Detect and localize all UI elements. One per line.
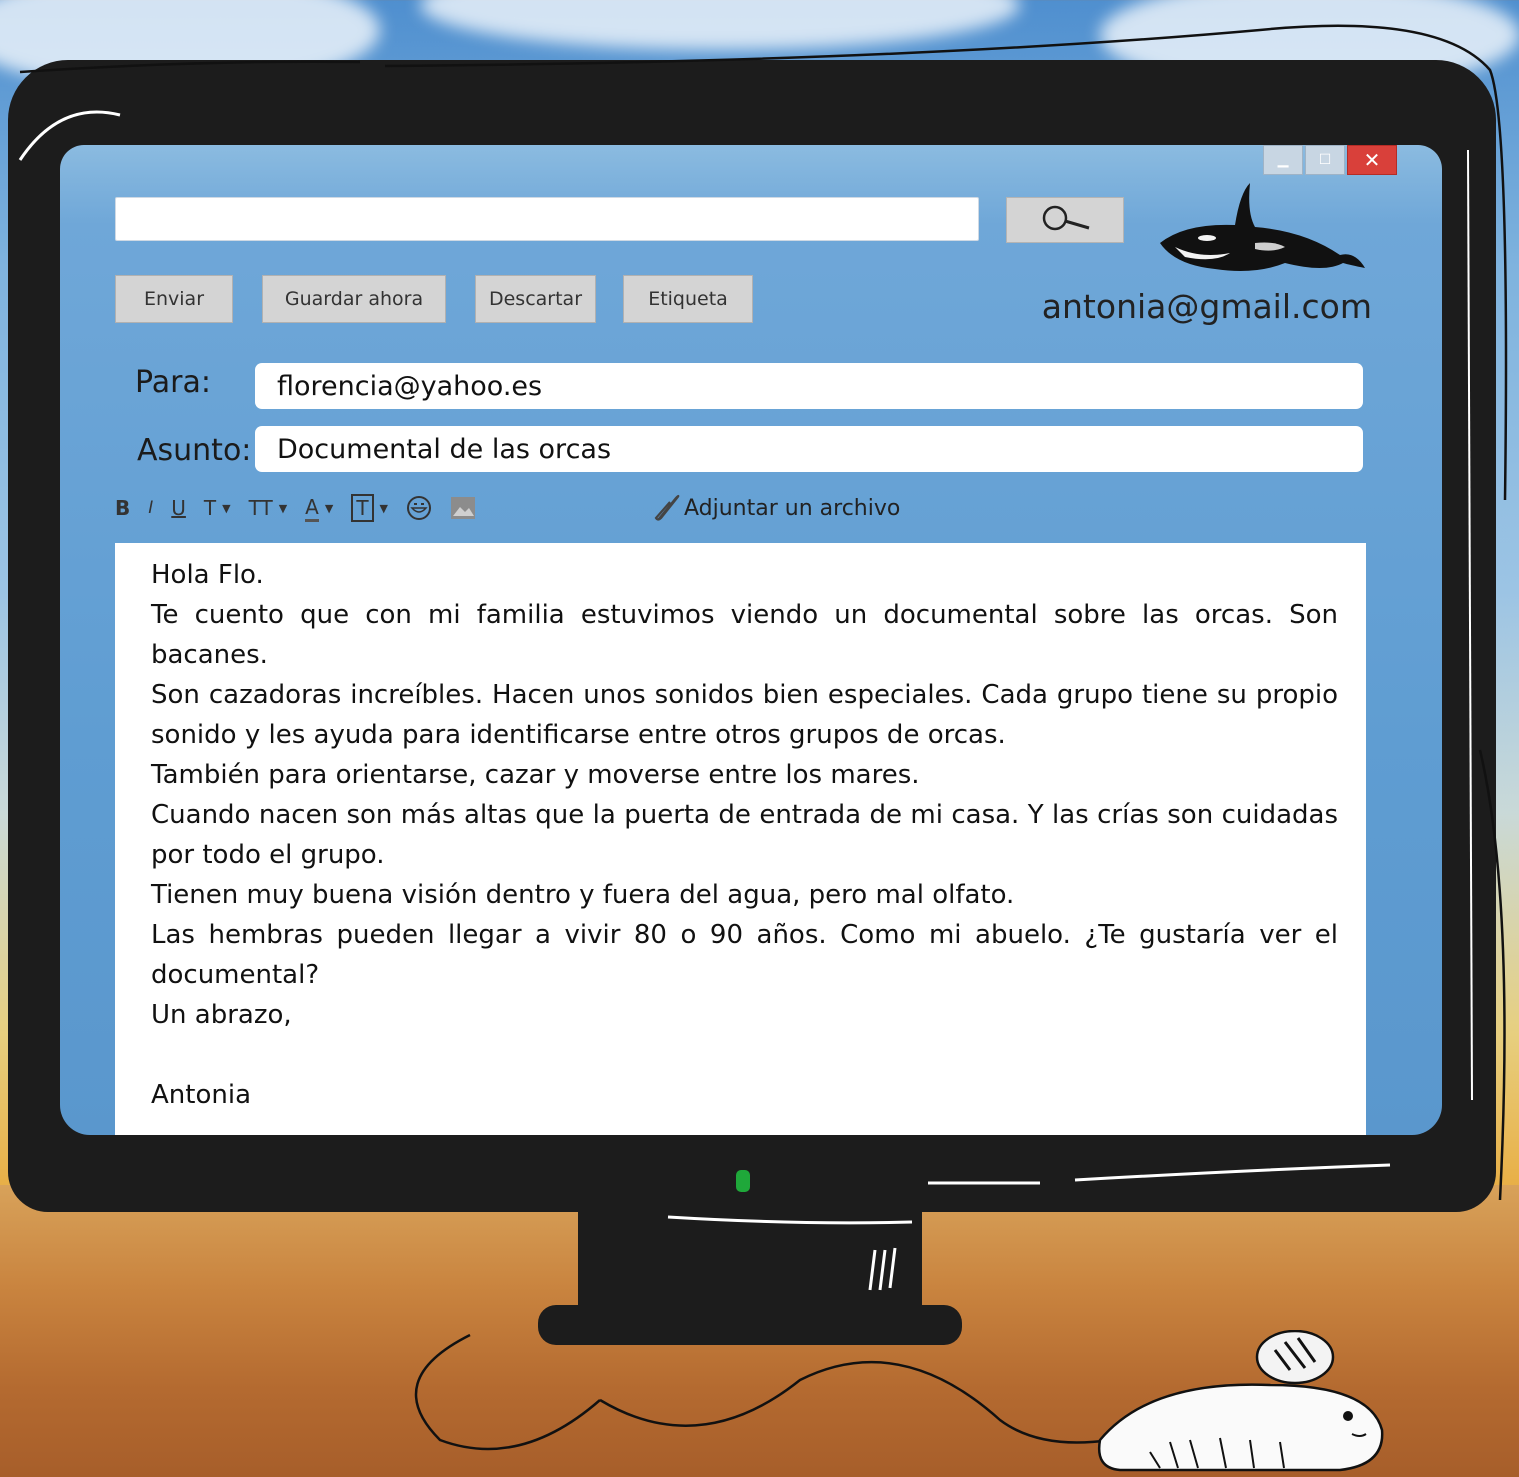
label-button[interactable]: Etiqueta: [623, 275, 753, 323]
to-label: Para:: [135, 365, 211, 400]
font-button[interactable]: T ▼: [204, 496, 231, 520]
highlight-button[interactable]: T ▼: [351, 494, 388, 522]
chevron-down-icon: ▼: [222, 501, 231, 515]
email-client-screen: ▁ ☐ ✕ Enviar Guardar ahora Descartar Eti…: [60, 145, 1442, 1135]
chevron-down-icon: ▼: [379, 501, 388, 515]
font-size-label: TT: [248, 496, 273, 520]
signature: Antonia: [151, 1080, 252, 1110]
chevron-down-icon: ▼: [278, 501, 288, 515]
italic-button[interactable]: I: [148, 498, 153, 518]
orca-logo-icon: [1160, 183, 1365, 271]
send-button[interactable]: Enviar: [115, 275, 233, 323]
search-button[interactable]: [1006, 197, 1124, 243]
to-value: florencia@yahoo.es: [277, 370, 543, 402]
window-controls: ▁ ☐ ✕: [1263, 145, 1399, 175]
discard-button[interactable]: Descartar: [475, 275, 596, 323]
magnifier-icon: [1042, 205, 1090, 231]
message-body[interactable]: Hola Flo. Te cuento que con mi familia e…: [115, 543, 1366, 1135]
smiley-icon[interactable]: [406, 495, 432, 521]
paperclip-icon: [654, 494, 680, 521]
message-line: Cuando nacen son más altas que la puerta…: [151, 800, 1338, 870]
monitor-base: [538, 1305, 962, 1345]
subject-field[interactable]: Documental de las orcas: [255, 426, 1363, 472]
maximize-icon[interactable]: ☐: [1305, 145, 1345, 175]
message-line: Te cuento que con mi familia estuvimos v…: [151, 600, 1338, 670]
highlight-label: T: [351, 494, 374, 522]
message-line: Las hembras pueden llegar a vivir 80 o 9…: [151, 920, 1338, 990]
search-input[interactable]: [115, 197, 979, 241]
image-icon[interactable]: [450, 496, 476, 520]
chevron-down-icon: ▼: [324, 501, 334, 515]
minimize-icon[interactable]: ▁: [1263, 145, 1303, 175]
message-line: Un abrazo,: [151, 1000, 292, 1030]
subject-value: Documental de las orcas: [277, 433, 612, 465]
subject-label: Asunto:: [137, 433, 252, 468]
account-email: antonia@gmail.com: [1041, 287, 1372, 326]
underline-button[interactable]: U: [171, 496, 186, 520]
message-line: Hola Flo.: [151, 560, 264, 590]
message-line: Son cazadoras increíbles. Hacen unos son…: [151, 680, 1338, 750]
text-color-button[interactable]: A ▼: [305, 495, 333, 522]
attach-label: Adjuntar un archivo: [684, 495, 901, 521]
save-now-button[interactable]: Guardar ahora: [262, 275, 446, 323]
attach-file-link[interactable]: Adjuntar un archivo: [650, 490, 900, 526]
mouse-icon: [1097, 1330, 1384, 1472]
message-line: También para orientarse, cazar y moverse…: [151, 760, 920, 790]
close-button[interactable]: ✕: [1347, 145, 1397, 175]
text-color-label: A: [305, 495, 319, 522]
format-toolbar: B I U T ▼ TT ▼ A ▼ T ▼: [115, 490, 494, 526]
cloud: [420, 0, 1020, 50]
bold-button[interactable]: B: [115, 496, 130, 520]
to-field[interactable]: florencia@yahoo.es: [255, 363, 1363, 409]
monitor-stand: [578, 1205, 922, 1315]
message-line: Tienen muy buena visión dentro y fuera d…: [151, 880, 1015, 910]
font-size-button[interactable]: TT ▼: [249, 496, 288, 520]
font-label: T: [203, 496, 217, 520]
power-led: [736, 1170, 750, 1192]
